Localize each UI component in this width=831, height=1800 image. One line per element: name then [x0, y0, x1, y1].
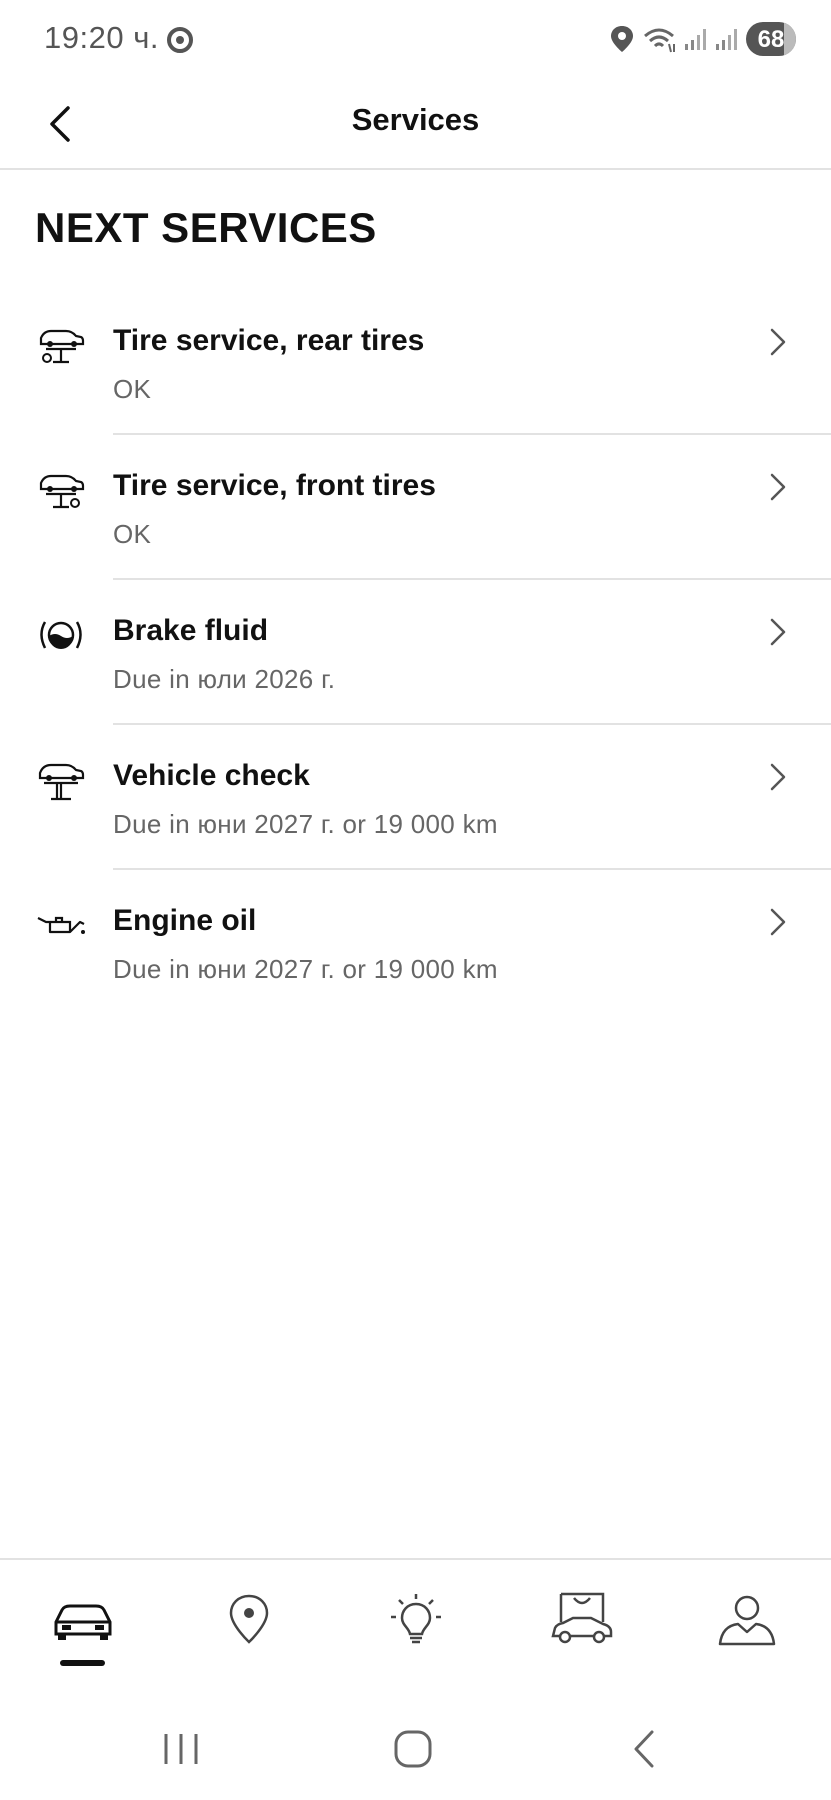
service-status: OK [113, 374, 152, 404]
service-item-vehicle-check[interactable]: Vehicle check Due in юни 2027 г. or 19 0… [0, 725, 831, 870]
signal-icon [685, 29, 706, 50]
lightbulb-icon[interactable] [381, 1590, 451, 1650]
chevron-right-icon [770, 328, 786, 356]
service-name: Tire service, front tires [113, 469, 436, 502]
system-nav [0, 1700, 831, 1800]
signal-icon [716, 29, 737, 50]
service-item-front-tires[interactable]: Tire service, front tires OK [0, 435, 831, 580]
chevron-right-icon [770, 763, 786, 791]
oil-can-icon [37, 916, 85, 934]
battery-level: 68 [757, 26, 785, 53]
chevron-right-icon [770, 908, 786, 936]
service-status: Due in юли 2026 г. [113, 664, 336, 694]
service-name: Vehicle check [113, 759, 310, 792]
service-list: Tire service, rear tires OK Tire service… [0, 290, 831, 1015]
header: Services [0, 80, 831, 170]
car-icon[interactable] [48, 1590, 118, 1650]
service-status: OK [113, 519, 152, 549]
active-tab-indicator [60, 1660, 105, 1666]
battery-indicator: 68 [746, 22, 796, 56]
wifi-icon [644, 28, 675, 53]
chevron-right-icon [770, 618, 786, 646]
service-status: Due in юни 2027 г. or 19 000 km [113, 809, 498, 839]
recents-icon[interactable] [156, 1726, 206, 1772]
home-icon[interactable] [388, 1726, 438, 1772]
bottom-nav [0, 1558, 831, 1682]
back-icon[interactable] [620, 1726, 670, 1772]
shop-icon[interactable] [547, 1590, 617, 1650]
service-item-rear-tires[interactable]: Tire service, rear tires OK [0, 290, 831, 435]
brake-fluid-icon [40, 621, 82, 649]
tire-service-icon [39, 474, 85, 509]
map-pin-icon[interactable] [214, 1590, 284, 1650]
service-name: Engine oil [113, 904, 257, 937]
service-item-brake-fluid[interactable]: Brake fluid Due in юли 2026 г. [0, 580, 831, 725]
service-status: Due in юни 2027 г. or 19 000 km [113, 954, 498, 984]
location-icon [611, 26, 633, 52]
status-time: 19:20 ч. [44, 20, 159, 55]
tire-service-icon [39, 329, 85, 364]
service-item-engine-oil[interactable]: Engine oil Due in юни 2027 г. or 19 000 … [0, 870, 831, 1015]
page-title: Services [351, 102, 480, 137]
status-bar: 19:20 ч. 68 [0, 0, 831, 80]
chevron-right-icon [770, 473, 786, 501]
profile-icon[interactable] [712, 1590, 782, 1650]
section-title: NEXT SERVICES [35, 204, 377, 251]
service-name: Brake fluid [113, 614, 269, 647]
service-name: Tire service, rear tires [113, 324, 425, 357]
chrome-icon [167, 27, 193, 53]
vehicle-lift-icon [38, 763, 85, 801]
